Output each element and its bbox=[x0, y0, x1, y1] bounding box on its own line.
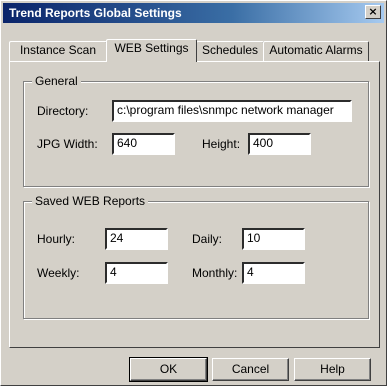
close-button[interactable]: × bbox=[365, 5, 381, 19]
tab-web-settings[interactable]: WEB Settings bbox=[106, 39, 197, 62]
general-group: General Directory: c:\program files\snmp… bbox=[23, 74, 369, 187]
monthly-label: Monthly: bbox=[192, 266, 238, 280]
general-group-label: General bbox=[32, 74, 81, 88]
settings-dialog: Trend Reports Global Settings × Instance… bbox=[0, 0, 387, 386]
tab-instance-scan[interactable]: Instance Scan bbox=[9, 41, 107, 61]
saved-web-reports-group: Saved WEB Reports Hourly: 24 Daily: 10 W… bbox=[23, 194, 369, 319]
cancel-button[interactable]: Cancel bbox=[212, 358, 289, 381]
weekly-input[interactable]: 4 bbox=[105, 262, 168, 284]
web-settings-panel: General Directory: c:\program files\snmp… bbox=[9, 61, 380, 348]
tab-automatic-alarms[interactable]: Automatic Alarms bbox=[263, 41, 369, 61]
jpg-width-input[interactable]: 640 bbox=[112, 133, 175, 155]
tab-schedules[interactable]: Schedules bbox=[196, 41, 264, 61]
saved-web-reports-group-label: Saved WEB Reports bbox=[32, 194, 149, 208]
hourly-label: Hourly: bbox=[37, 232, 76, 246]
weekly-label: Weekly: bbox=[37, 266, 80, 280]
directory-label: Directory: bbox=[37, 104, 89, 118]
close-icon: × bbox=[368, 5, 378, 18]
daily-input[interactable]: 10 bbox=[242, 228, 305, 250]
dialog-title: Trend Reports Global Settings bbox=[9, 6, 182, 20]
help-button[interactable]: Help bbox=[294, 358, 371, 381]
ok-button[interactable]: OK bbox=[129, 357, 208, 382]
title-bar[interactable]: Trend Reports Global Settings × bbox=[3, 3, 384, 23]
directory-input[interactable]: c:\program files\snmpc network manager bbox=[112, 100, 352, 122]
daily-label: Daily: bbox=[192, 232, 223, 246]
monthly-input[interactable]: 4 bbox=[242, 262, 305, 284]
height-label: Height: bbox=[202, 137, 241, 151]
hourly-input[interactable]: 24 bbox=[105, 228, 168, 250]
height-input[interactable]: 400 bbox=[248, 133, 311, 155]
jpg-width-label: JPG Width: bbox=[37, 137, 98, 151]
